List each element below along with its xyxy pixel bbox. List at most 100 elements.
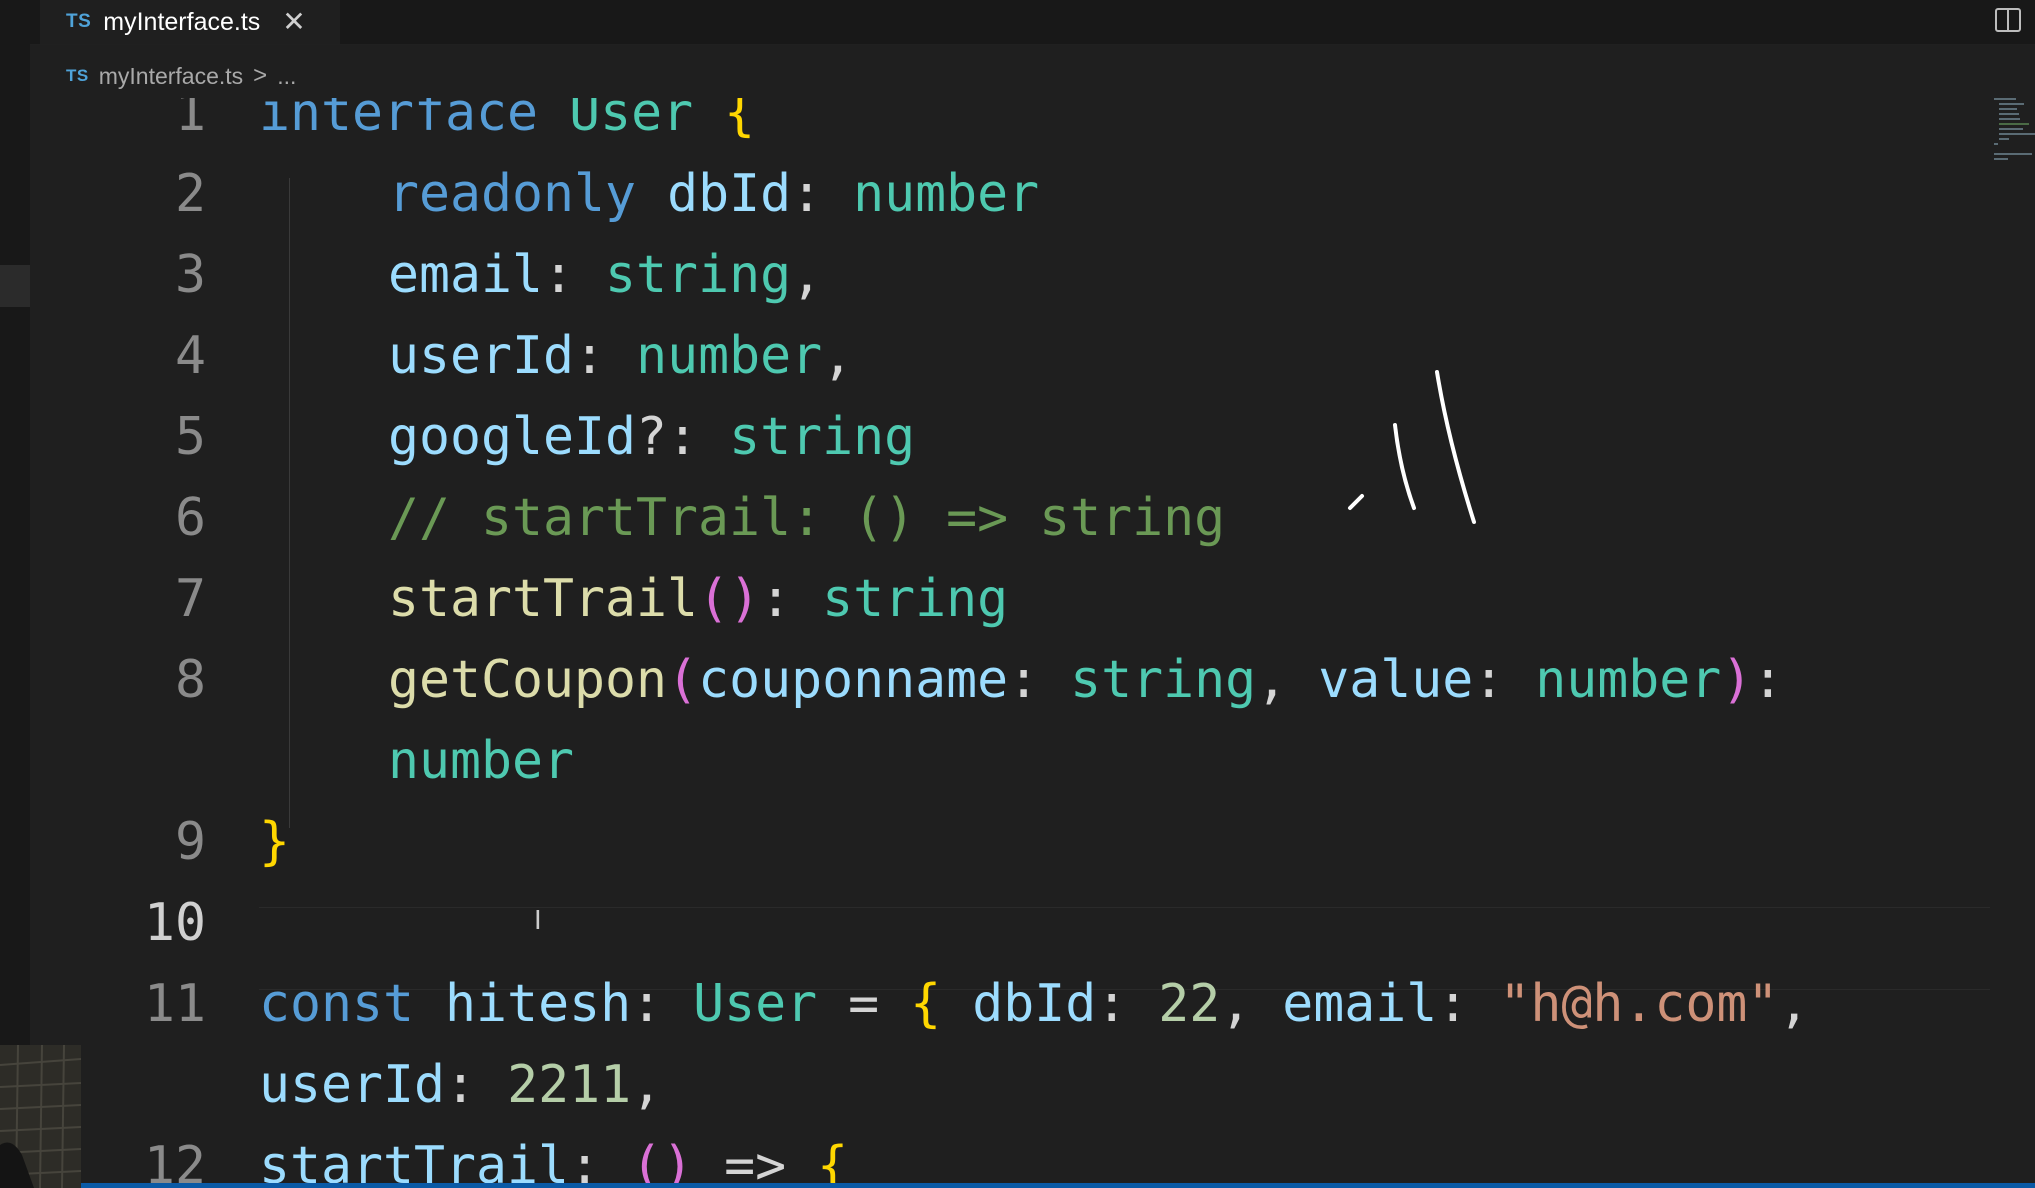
breadcrumb: TS myInterface.ts > ... [66, 58, 296, 94]
code-line[interactable]: 4 userId: number, [30, 316, 1990, 397]
code-token: , [1220, 974, 1283, 1034]
split-editor-icon[interactable] [1995, 8, 2021, 32]
minimap[interactable] [1990, 98, 2035, 258]
code-token: { [724, 98, 756, 143]
code-token: { [910, 974, 942, 1034]
code-line[interactable]: 7 startTrail(): string [30, 559, 1990, 640]
breadcrumb-file[interactable]: myInterface.ts [99, 63, 243, 90]
code-text: getCoupon(couponname: string, value: num… [388, 640, 1783, 721]
code-token: : [445, 1055, 508, 1115]
code-token: number [853, 164, 1040, 224]
code-token: userId [388, 326, 575, 386]
code-line[interactable]: 2 readonly dbId: number [30, 154, 1990, 235]
code-text: userId: number, [388, 316, 853, 397]
code-token: email [1282, 974, 1438, 1034]
code-text: interface User { [259, 98, 755, 154]
code-token: googleId [388, 407, 637, 467]
line-number: 2 [174, 164, 206, 224]
code-token: () [631, 1136, 694, 1183]
handwritten-annotation [1348, 370, 1476, 524]
code-line[interactable]: 6 // startTrail: () => string [30, 478, 1990, 559]
code-token: User [693, 974, 818, 1034]
breadcrumb-more[interactable]: ... [277, 63, 296, 90]
code-token: , [631, 1055, 663, 1115]
line-number: 7 [174, 569, 206, 629]
code-token: couponname [698, 650, 1009, 710]
code-token: 22 [1158, 974, 1221, 1034]
code-token: User [569, 98, 694, 143]
code-text: email: string, [388, 235, 822, 316]
code-token: number [1535, 650, 1722, 710]
close-icon[interactable]: ✕ [282, 8, 305, 36]
code-text: const hitesh: User = { dbId: 22, email: … [259, 964, 1809, 1045]
code-token: : [1008, 650, 1071, 710]
code-text: // startTrail: () => string [388, 478, 1225, 559]
code-line[interactable]: 11 const hitesh: User = { dbId: 22, email… [30, 964, 1990, 1045]
code-text: number [388, 721, 574, 802]
code-line[interactable]: userId: 2211, [30, 1045, 1990, 1126]
code-token: string [605, 245, 792, 305]
tab-myinterface[interactable]: TS myInterface.ts ✕ [40, 0, 340, 44]
line-number: 8 [174, 650, 206, 710]
code-token: 2211 [507, 1055, 632, 1115]
code-text: startTrail(): string [388, 559, 1008, 640]
code-text: startTrail: () => { [259, 1126, 848, 1183]
code-line[interactable]: 12 startTrail: () => { [30, 1126, 1990, 1183]
code-text: readonly dbId: number [388, 154, 1039, 235]
code-token: : [1437, 974, 1500, 1034]
code-token: interface [259, 98, 539, 143]
code-token: : [791, 164, 854, 224]
code-token: : [1473, 650, 1536, 710]
code-token: startTrail [259, 1136, 570, 1183]
code-token: : [760, 569, 823, 629]
code-line[interactable]: 9} [30, 802, 1990, 883]
code-token: = [817, 974, 911, 1034]
code-token: () [698, 569, 761, 629]
tab-label: myInterface.ts [103, 7, 261, 36]
line-number: 5 [174, 407, 206, 467]
line-number: 4 [174, 326, 206, 386]
code-token: string [822, 569, 1009, 629]
code-token: // startTrail: () => string [388, 488, 1226, 548]
code-token: string [729, 407, 916, 467]
chevron-right-icon: > [253, 62, 268, 89]
code-token: number [636, 326, 823, 386]
code-token: : [1752, 650, 1784, 710]
tab-bar: TS myInterface.ts ✕ [30, 0, 2035, 45]
code-token: "h@h.com" [1499, 974, 1779, 1034]
line-number: 3 [174, 245, 206, 305]
code-editor[interactable]: 1 interface User {2 readonly dbId: number 3… [30, 98, 1990, 1183]
code-token: } [259, 812, 291, 872]
code-text: googleId?: string [388, 397, 915, 478]
code-line[interactable]: number [30, 721, 1990, 802]
code-token: : [1096, 974, 1159, 1034]
code-token: number [388, 731, 575, 791]
code-token: , [1256, 650, 1319, 710]
code-line[interactable]: 8 getCoupon(couponname: string, value: nu… [30, 640, 1990, 721]
code-line[interactable]: 3 email: string, [30, 235, 1990, 316]
status-bar [81, 1183, 2035, 1188]
webcam-thumbnail [0, 1045, 81, 1188]
code-token: getCoupon [388, 650, 668, 710]
code-token: , [1778, 974, 1810, 1034]
code-line[interactable]: 5 googleId?: string [30, 397, 1990, 478]
code-line[interactable]: 1 interface User { [30, 98, 1990, 154]
text-cursor-icon: I [534, 906, 542, 936]
code-line[interactable]: 10 [30, 883, 1990, 964]
code-token: => [693, 1136, 818, 1183]
activity-bar-indicator [0, 265, 30, 307]
line-number: 1 [174, 98, 206, 143]
typescript-file-icon: TS [66, 11, 92, 32]
code-token: dbId [972, 974, 1097, 1034]
code-token: ) [1721, 650, 1753, 710]
code-token: startTrail [388, 569, 699, 629]
code-token: value [1318, 650, 1474, 710]
code-token: ( [667, 650, 699, 710]
typescript-file-icon: TS [66, 66, 89, 85]
line-number: 9 [174, 812, 206, 872]
